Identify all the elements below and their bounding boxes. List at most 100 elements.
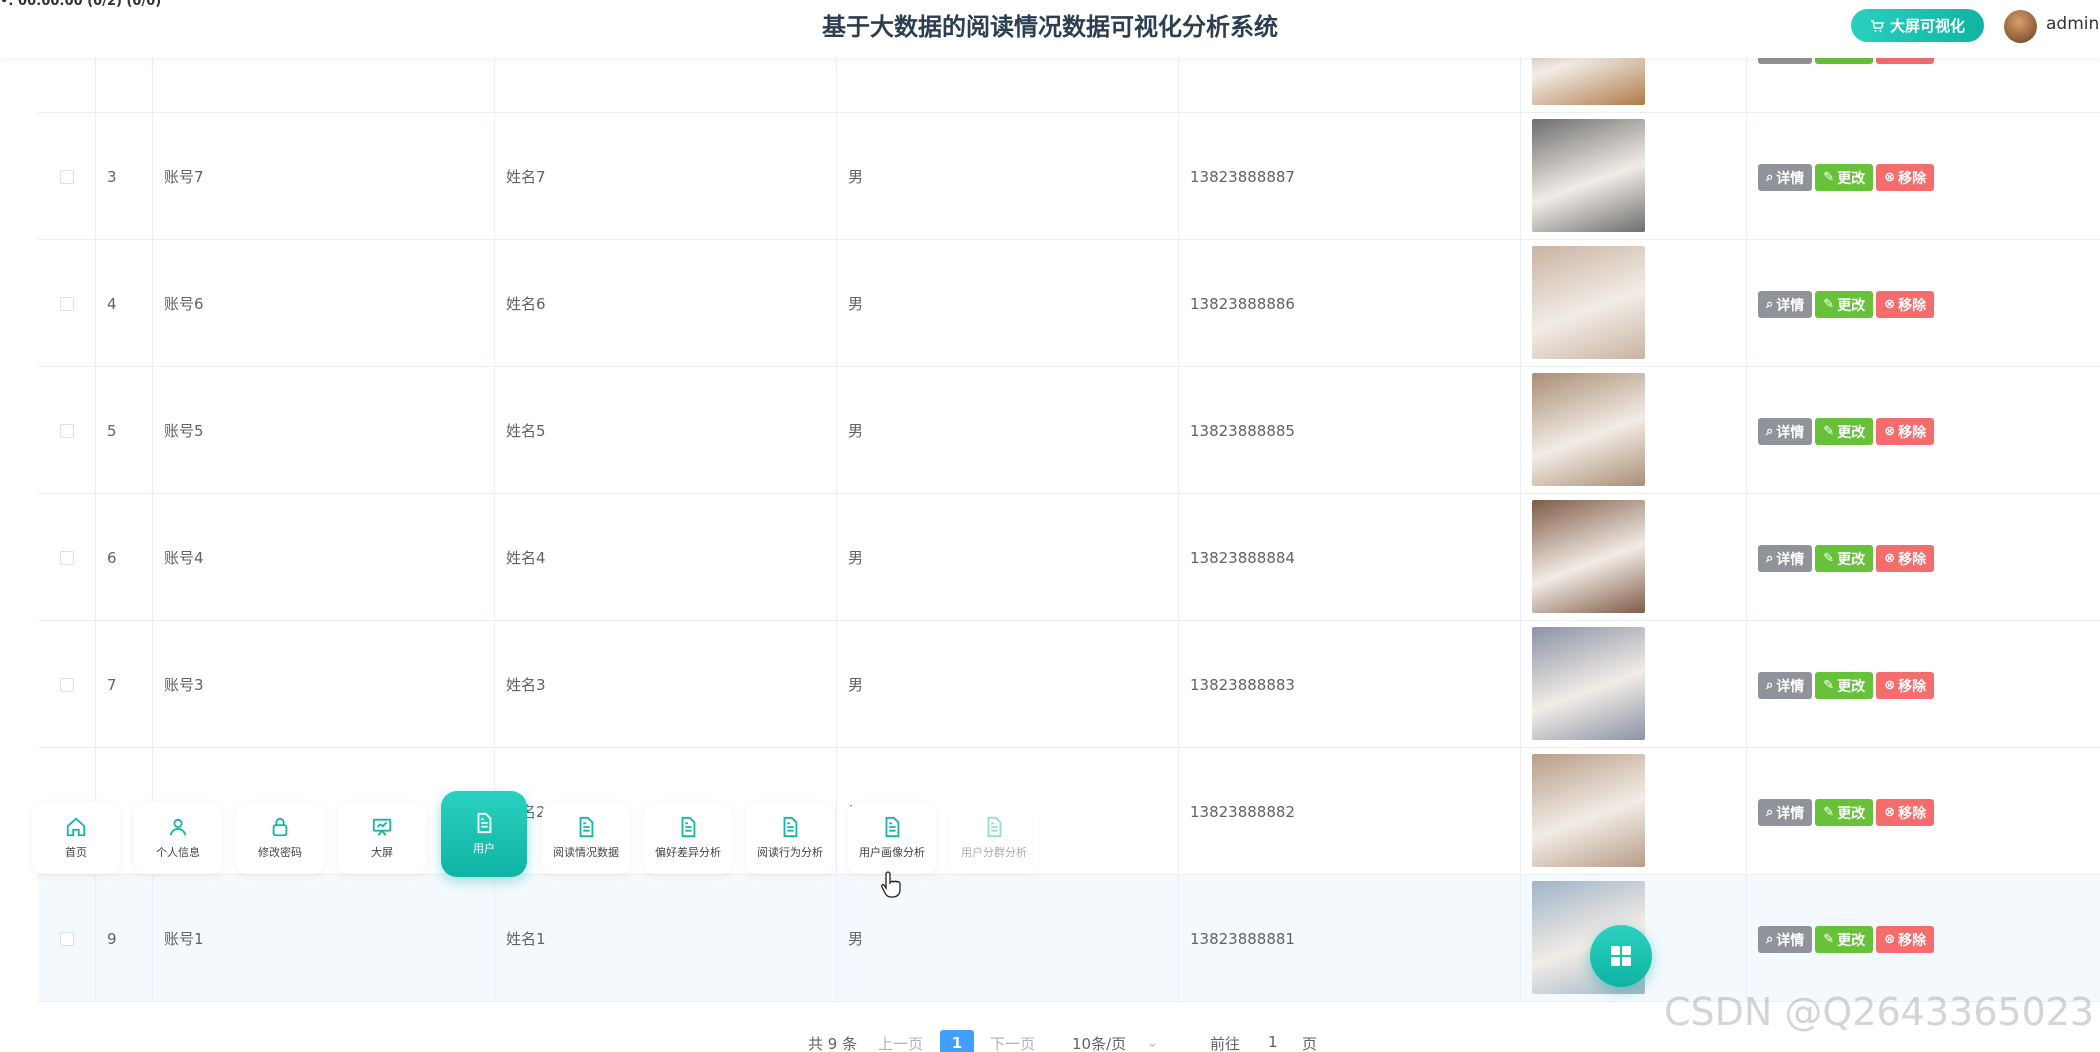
dock-label: 用户分群分析 [961, 846, 1027, 859]
remove-button[interactable]: ⊗移除 [1876, 672, 1935, 699]
pager-current[interactable]: 1 [940, 1030, 974, 1052]
table-row[interactable]: 4 账号6 姓名6 男 13823888886 ⌕ 详情 ✎ 更改 ⊗ 移除 [38, 240, 2100, 367]
row-checkbox-cell [38, 621, 95, 748]
detail-button[interactable]: ⌕详情 [1758, 164, 1813, 191]
gender: 男 [848, 676, 864, 694]
dock-item-0[interactable]: 首页 [32, 802, 120, 874]
avatar[interactable] [2004, 10, 2037, 43]
table-row[interactable]: 9 账号1 姓名1 男 13823888881 ⌕ 详情 ✎ 更改 ⊗ 移除 [38, 875, 2100, 1002]
remove-button[interactable]: ⊗移除 [1876, 164, 1935, 191]
edit-button-label: 更改 [1837, 424, 1866, 441]
detail-button[interactable]: ⌕详情 [1758, 418, 1813, 445]
phone: 13823888881 [1190, 929, 1295, 948]
dock-item-4[interactable]: 用户 [441, 791, 527, 877]
username[interactable]: admin [2046, 14, 2099, 34]
remove-button-label: 移除 [1898, 551, 1927, 568]
pager-total: 共 9 条 [808, 1035, 858, 1052]
edit-button[interactable]: ✎更改 [1815, 418, 1874, 445]
user-photo[interactable] [1532, 119, 1645, 232]
detail-button[interactable]: ⌕详情 [1758, 291, 1813, 318]
detail-button[interactable]: ⌕详情 [1758, 545, 1813, 572]
row-checkbox-cell [38, 240, 95, 367]
user-photo[interactable] [1532, 500, 1645, 613]
detail-button[interactable]: ⌕详情 [1758, 799, 1813, 826]
dock-label: 阅读行为分析 [757, 846, 823, 859]
table-row[interactable]: 7 账号3 姓名3 男 13823888883 ⌕ 详情 ✎ 更改 ⊗ 移除 [38, 621, 2100, 748]
row-checkbox[interactable] [59, 677, 74, 692]
dock-item-6[interactable]: 偏好差异分析 [644, 802, 732, 874]
row-checkbox[interactable] [59, 169, 74, 184]
remove-button-label: 移除 [1898, 170, 1927, 187]
remove-button[interactable]: ⊗移除 [1876, 418, 1935, 445]
phone-cell: 13823888883 [1178, 621, 1520, 748]
account: 账号4 [164, 549, 204, 567]
pager-size-select[interactable]: 10条/页 [1072, 1033, 1126, 1052]
edit-button[interactable]: ✎更改 [1815, 799, 1874, 826]
dock-item-3[interactable]: 大屏 [338, 802, 426, 874]
row-index: 4 [107, 294, 117, 313]
dock-item-8[interactable]: 用户画像分析 [848, 802, 936, 874]
account: 账号1 [164, 930, 204, 948]
row-actions: ⌕详情✎更改⊗移除 [1758, 926, 1935, 953]
remove-button[interactable]: ⊗移除 [1876, 291, 1935, 318]
gender-cell: 男 [836, 367, 1178, 494]
phone: 13823888885 [1190, 421, 1295, 440]
edit-button[interactable]: ✎更改 [1815, 291, 1874, 318]
name: 姓名3 [506, 676, 546, 694]
edit-button[interactable]: ✎更改 [1815, 926, 1874, 953]
row-checkbox[interactable] [59, 423, 74, 438]
row-checkbox[interactable] [59, 550, 74, 565]
row-checkbox[interactable] [59, 931, 74, 946]
pager-goto-label: 前往 [1210, 1035, 1241, 1052]
dock-label: 首页 [65, 846, 87, 859]
gender-cell: 男 [836, 240, 1178, 367]
pencil-icon: ✎ [1823, 805, 1835, 820]
phone-cell: 13823888882 [1178, 748, 1520, 875]
user-photo[interactable] [1532, 627, 1645, 740]
dock-label: 用户画像分析 [859, 846, 925, 859]
dock-item-7[interactable]: 阅读行为分析 [746, 802, 834, 874]
search-icon: ⌕ [1766, 805, 1774, 820]
gender: 男 [848, 422, 864, 440]
document-icon [681, 816, 696, 838]
edit-button[interactable]: ✎更改 [1815, 672, 1874, 699]
row-checkbox[interactable] [59, 296, 74, 311]
bigscreen-button[interactable]: 大屏可视化 [1851, 9, 1984, 42]
column-divider [836, 0, 837, 1003]
pager-prev[interactable]: 上一页 [878, 1033, 923, 1052]
gender: 男 [848, 295, 864, 313]
dock-item-5[interactable]: 阅读情况数据 [542, 802, 630, 874]
table-row[interactable]: 3 账号7 姓名7 男 13823888887 ⌕ 详情 ✎ 更改 ⊗ 移除 [38, 113, 2100, 240]
user-photo[interactable] [1532, 754, 1645, 867]
dock-item-1[interactable]: 个人信息 [134, 802, 222, 874]
remove-button[interactable]: ⊗移除 [1876, 545, 1935, 572]
edit-button[interactable]: ✎更改 [1815, 545, 1874, 572]
cart-icon [1870, 19, 1884, 32]
pager-page-unit: 页 [1302, 1035, 1318, 1052]
row-checkbox-cell [38, 367, 95, 494]
row-index: 5 [107, 421, 117, 440]
close-circle-icon: ⊗ [1884, 551, 1896, 566]
detail-button[interactable]: ⌕详情 [1758, 926, 1813, 953]
document-icon [987, 816, 1002, 838]
name-cell: 姓名4 [494, 494, 836, 621]
detail-button[interactable]: ⌕详情 [1758, 672, 1813, 699]
pager-next[interactable]: 下一页 [990, 1033, 1035, 1052]
remove-button[interactable]: ⊗移除 [1876, 799, 1935, 826]
dock-item-9[interactable]: 用户分群分析 [950, 802, 1038, 874]
detail-button-label: 详情 [1776, 805, 1805, 822]
edit-button[interactable]: ✎更改 [1815, 164, 1874, 191]
account: 账号5 [164, 422, 204, 440]
dock-label: 阅读情况数据 [553, 846, 619, 859]
user-photo[interactable] [1532, 246, 1645, 359]
presentation-icon [372, 818, 392, 836]
table-row[interactable]: 6 账号4 姓名4 男 13823888884 ⌕ 详情 ✎ 更改 ⊗ 移除 [38, 494, 2100, 621]
user-photo[interactable] [1532, 373, 1645, 486]
grid-menu-button[interactable] [1590, 925, 1652, 987]
chevron-down-icon[interactable]: ⌄ [1146, 1033, 1159, 1051]
pager-goto-input[interactable]: 1 [1268, 1033, 1278, 1051]
search-icon: ⌕ [1766, 170, 1774, 185]
dock-item-2[interactable]: 修改密码 [236, 802, 324, 874]
table-row[interactable]: 5 账号5 姓名5 男 13823888885 ⌕ 详情 ✎ 更改 ⊗ 移除 [38, 367, 2100, 494]
remove-button[interactable]: ⊗移除 [1876, 926, 1935, 953]
